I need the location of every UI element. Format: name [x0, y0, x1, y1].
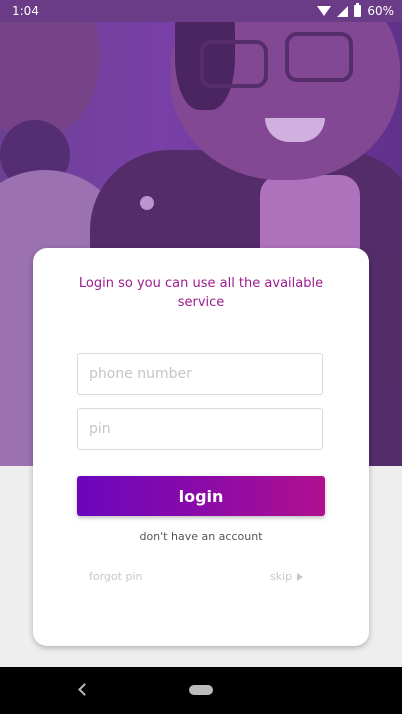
battery-percent: 60%: [367, 4, 394, 18]
pin-input[interactable]: [77, 408, 323, 450]
login-title: Login so you can use all the available s…: [78, 276, 324, 310]
navigation-bar: [0, 667, 402, 714]
status-time: 1:04: [12, 4, 39, 18]
forgot-pin-link[interactable]: forgot pin: [89, 570, 142, 583]
status-bar: 1:04 60%: [0, 0, 402, 22]
skip-label: skip: [270, 570, 293, 583]
login-button[interactable]: login: [77, 476, 325, 516]
back-icon[interactable]: [78, 683, 91, 696]
wifi-icon: [317, 6, 332, 16]
phone-number-input[interactable]: [77, 353, 323, 395]
home-icon[interactable]: [189, 685, 213, 695]
signal-icon: [337, 5, 349, 17]
status-icons: 60%: [317, 3, 394, 18]
play-icon: [297, 572, 304, 581]
battery-icon: [354, 3, 362, 17]
login-card: Login so you can use all the available s…: [33, 248, 369, 646]
skip-link[interactable]: skip: [270, 570, 304, 583]
no-account-link[interactable]: don't have an account: [33, 530, 369, 543]
